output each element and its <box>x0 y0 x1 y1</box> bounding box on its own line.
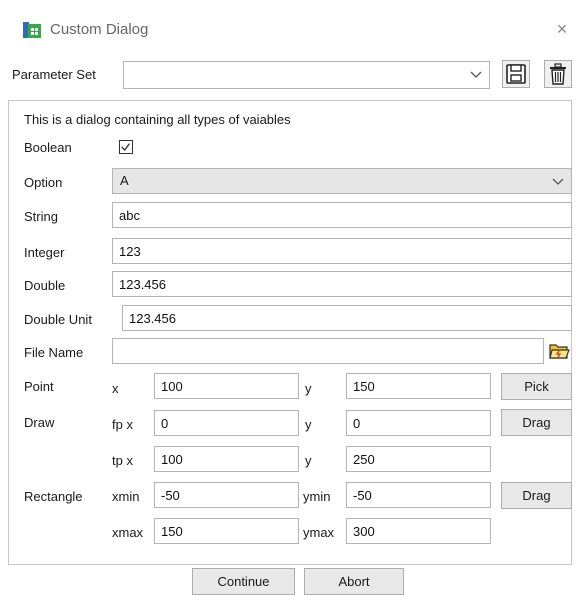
option-select[interactable]: A <box>112 168 572 194</box>
rectangle-xmax-label: xmax <box>112 525 144 540</box>
double-unit-input[interactable] <box>122 305 572 331</box>
draw-fpx-label: fp x <box>112 417 133 432</box>
point-y-input[interactable] <box>346 373 491 399</box>
rectangle-ymax-label: ymax <box>303 525 335 540</box>
pick-point-button[interactable]: Pick <box>501 373 572 400</box>
draw-label: Draw <box>24 415 55 430</box>
rectangle-xmax-input[interactable] <box>154 518 299 544</box>
app-icon <box>23 22 41 38</box>
floppy-disk-icon <box>506 64 526 84</box>
draw-tpx-input[interactable] <box>154 446 299 472</box>
rectangle-ymin-input[interactable] <box>346 482 491 508</box>
continue-button[interactable]: Continue <box>192 568 295 595</box>
double-label: Double <box>24 278 66 293</box>
integer-input[interactable] <box>112 238 572 264</box>
parameter-set-label: Parameter Set <box>12 67 96 82</box>
draw-tpx-label: tp x <box>112 453 133 468</box>
point-x-label: x <box>112 381 119 396</box>
draw-tpy-input[interactable] <box>346 446 491 472</box>
parameter-set-select[interactable] <box>123 61 490 89</box>
browse-file-button[interactable] <box>548 340 570 362</box>
boolean-checkbox[interactable] <box>119 140 133 154</box>
drag-draw-button[interactable]: Drag <box>501 409 572 436</box>
rectangle-label: Rectangle <box>24 489 83 504</box>
chevron-down-icon <box>470 71 482 78</box>
option-value: A <box>120 173 129 188</box>
window-title: Custom Dialog <box>50 21 149 38</box>
rectangle-xmin-input[interactable] <box>154 482 299 508</box>
draw-fpy-input[interactable] <box>346 410 491 436</box>
boolean-label: Boolean <box>24 140 72 155</box>
double-unit-label: Double Unit <box>24 312 92 327</box>
point-label: Point <box>24 379 54 394</box>
dialog-description: This is a dialog containing all types of… <box>24 112 291 127</box>
point-x-input[interactable] <box>154 373 299 399</box>
save-parameter-set-button[interactable] <box>502 60 530 88</box>
trash-icon <box>550 63 566 85</box>
drag-rectangle-button[interactable]: Drag <box>501 482 572 509</box>
delete-parameter-set-button[interactable] <box>544 60 572 88</box>
string-label: String <box>24 209 58 224</box>
string-input[interactable] <box>112 202 572 228</box>
draw-fpx-input[interactable] <box>154 410 299 436</box>
double-input[interactable] <box>112 271 572 297</box>
rectangle-ymin-label: ymin <box>303 489 331 504</box>
rectangle-xmin-label: xmin <box>112 489 140 504</box>
checkmark-icon <box>121 143 130 151</box>
rectangle-ymax-input[interactable] <box>346 518 491 544</box>
point-y-label: y <box>305 381 312 396</box>
folder-open-icon <box>549 344 570 359</box>
draw-fpy-label: y <box>305 417 312 432</box>
close-button[interactable]: × <box>553 18 571 40</box>
file-name-input[interactable] <box>112 338 544 364</box>
file-name-label: File Name <box>24 345 84 360</box>
abort-button[interactable]: Abort <box>304 568 404 595</box>
option-label: Option <box>24 175 63 190</box>
integer-label: Integer <box>24 245 65 260</box>
draw-tpy-label: y <box>305 453 312 468</box>
chevron-down-icon <box>552 178 564 185</box>
